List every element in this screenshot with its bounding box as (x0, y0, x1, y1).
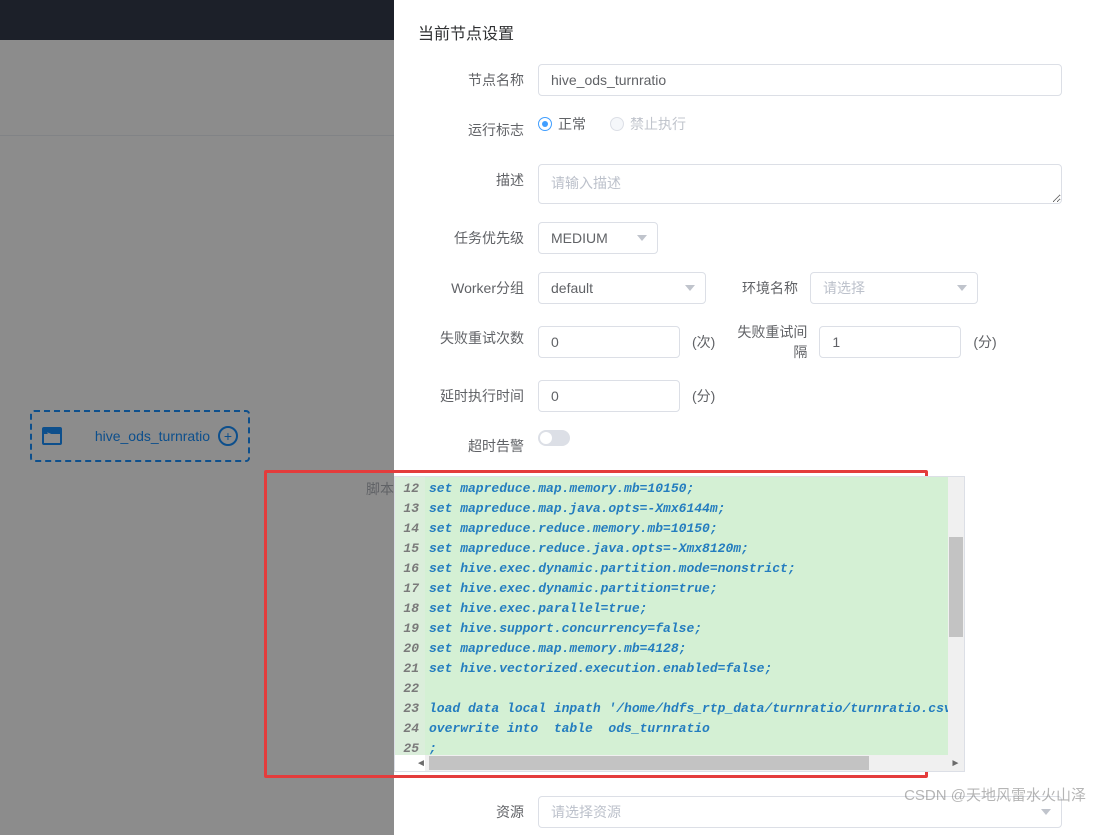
scroll-right-icon[interactable]: ► (948, 755, 964, 771)
run-flag-normal-radio[interactable]: 正常 (538, 114, 586, 134)
resource-select[interactable]: 请选择资源 (538, 796, 1062, 828)
delay-time-input[interactable] (538, 380, 680, 412)
worker-group-label: Worker分组 (394, 272, 524, 304)
drawer-title: 当前节点设置 (394, 0, 1098, 64)
chevron-down-icon (957, 285, 967, 291)
worker-group-select[interactable]: default (538, 272, 706, 304)
script-label: 脚本 (267, 473, 394, 772)
retry-interval-input[interactable] (819, 326, 961, 358)
scrollbar-thumb[interactable] (429, 756, 869, 770)
node-name-label: 节点名称 (394, 64, 524, 96)
run-flag-forbid-radio[interactable]: 禁止执行 (610, 114, 686, 134)
description-label: 描述 (394, 164, 524, 196)
run-flag-label: 运行标志 (394, 114, 524, 146)
editor-horizontal-scrollbar[interactable]: ◄ ► (425, 755, 964, 771)
delay-time-unit: (分) (692, 386, 715, 406)
retry-interval-unit: (分) (973, 332, 996, 352)
timeout-alarm-label: 超时告警 (394, 430, 524, 462)
script-editor[interactable]: 1213141516171819202122232425 set mapredu… (394, 476, 965, 772)
chevron-down-icon (637, 235, 647, 241)
node-settings-drawer: 当前节点设置 节点名称 运行标志 正常 禁止执行 描述 (394, 0, 1098, 835)
env-name-label: 环境名称 (718, 278, 798, 298)
env-name-select[interactable]: 请选择 (810, 272, 978, 304)
priority-label: 任务优先级 (394, 222, 524, 254)
run-flag-normal-text: 正常 (558, 114, 586, 134)
node-name-input[interactable] (538, 64, 1062, 96)
run-flag-forbid-text: 禁止执行 (630, 114, 686, 134)
script-highlight-box: 脚本 1213141516171819202122232425 set mapr… (264, 470, 928, 778)
node-settings-form: 节点名称 运行标志 正常 禁止执行 描述 任务优先级 MED (394, 64, 1098, 835)
scrollbar-thumb[interactable] (949, 537, 963, 637)
description-textarea[interactable] (538, 164, 1062, 204)
priority-select[interactable]: MEDIUM (538, 222, 658, 254)
editor-code-lines[interactable]: set mapreduce.map.memory.mb=10150;set ma… (425, 477, 964, 755)
delay-time-label: 延时执行时间 (394, 380, 524, 412)
resource-label: 资源 (394, 796, 524, 828)
timeout-alarm-switch[interactable] (538, 430, 570, 446)
retry-times-input[interactable] (538, 326, 680, 358)
retry-interval-label: 失败重试间隔 (727, 322, 807, 362)
chevron-down-icon (685, 285, 695, 291)
editor-vertical-scrollbar[interactable] (948, 477, 964, 755)
retry-times-label: 失败重试次数 (394, 322, 524, 354)
scroll-left-icon[interactable]: ◄ (413, 755, 429, 771)
retry-times-unit: (次) (692, 332, 715, 352)
editor-gutter: 1213141516171819202122232425 (395, 477, 425, 755)
chevron-down-icon (1041, 809, 1051, 815)
